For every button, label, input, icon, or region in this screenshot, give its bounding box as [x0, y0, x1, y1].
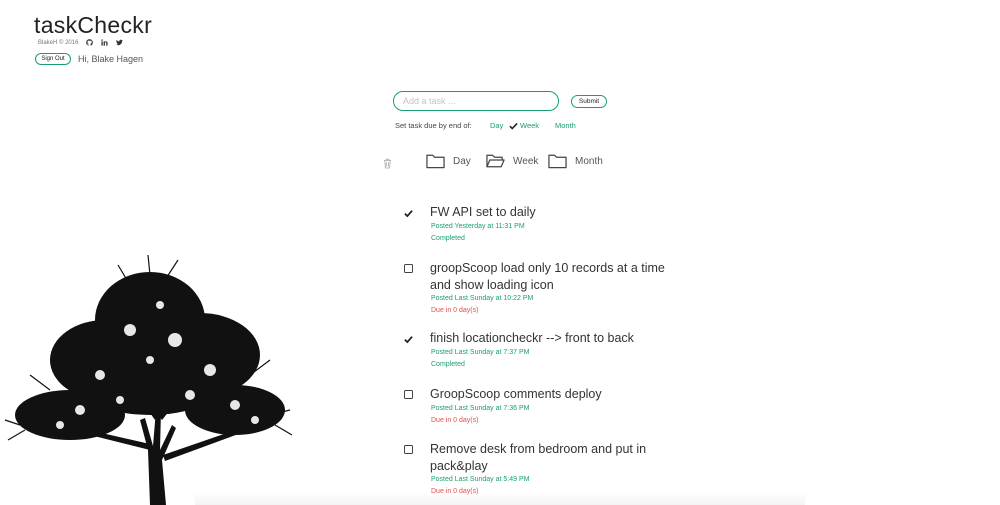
due-label: Set task due by end of:	[395, 121, 472, 130]
task-title: Remove desk from bedroom and put in pack…	[430, 442, 647, 473]
task-status: Completed	[431, 235, 465, 242]
folder-icon	[426, 154, 445, 169]
copyright-text: BlakeH © 2016	[38, 39, 79, 46]
due-option-day[interactable]: Day	[490, 121, 503, 130]
task-posted: Posted Last Sunday at 7:36 PM	[431, 405, 530, 412]
tree-illustration	[4, 254, 293, 505]
checkmark-icon[interactable]	[404, 209, 413, 218]
due-option-week[interactable]: Week	[509, 121, 539, 130]
due-option-label: Month	[555, 121, 576, 130]
task-status: Completed	[431, 361, 465, 368]
task-checkbox[interactable]	[404, 264, 413, 273]
app-title: taskCheckr	[34, 12, 153, 38]
github-icon[interactable]	[86, 39, 94, 46]
task-title: finish locationcheckr --> front to back	[430, 331, 634, 345]
task-checkbox[interactable]	[404, 445, 413, 454]
filter-month[interactable]: Month	[548, 153, 603, 169]
task-status: Due in 0 day(s)	[431, 307, 479, 314]
filter-day[interactable]: Day	[426, 153, 471, 169]
filter-label: Day	[453, 155, 471, 167]
submit-button[interactable]: Submit	[571, 95, 607, 108]
filter-label: Week	[513, 155, 539, 167]
task-status: Due in 0 day(s)	[431, 417, 479, 424]
task-posted: Posted Last Sunday at 5:49 PM	[431, 476, 530, 483]
due-option-month[interactable]: Month	[555, 121, 576, 130]
linkedin-icon[interactable]	[101, 39, 109, 46]
due-option-label: Day	[490, 121, 504, 130]
filter-label: Month	[575, 155, 603, 167]
checkmark-icon[interactable]	[404, 335, 413, 344]
folder-open-icon	[486, 154, 505, 168]
sign-out-button[interactable]: Sign Out	[35, 53, 71, 65]
task-title: GroopScoop comments deploy	[430, 387, 602, 401]
due-option-label: Week	[520, 121, 540, 130]
bottom-shadow	[195, 492, 805, 505]
filter-week[interactable]: Week	[486, 153, 538, 169]
footer-credits: BlakeH © 2016	[38, 39, 124, 46]
twitter-icon[interactable]	[116, 39, 124, 46]
task-title: FW API set to daily	[430, 205, 536, 219]
task-posted: Posted Last Sunday at 10:22 PM	[431, 295, 534, 302]
task-posted: Posted Yesterday at 11:31 PM	[431, 223, 525, 230]
task-posted: Posted Last Sunday at 7:37 PM	[431, 349, 530, 356]
checkmark-icon	[509, 122, 518, 130]
add-task-input[interactable]	[393, 91, 559, 111]
folder-icon	[548, 154, 567, 169]
greeting-text: Hi, Blake Hagen	[78, 54, 144, 64]
task-checkbox[interactable]	[404, 390, 413, 399]
task-title: groopScoop load only 10 records at a tim…	[430, 261, 665, 292]
trash-icon[interactable]	[383, 156, 392, 169]
